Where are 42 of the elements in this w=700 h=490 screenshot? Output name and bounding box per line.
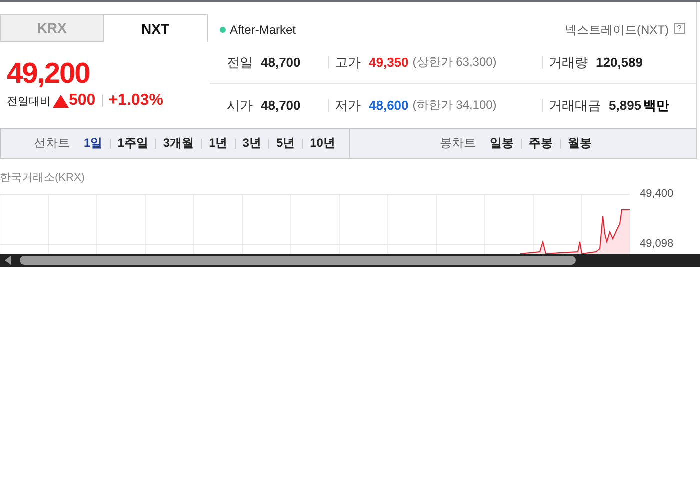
period-button[interactable]: 주봉 bbox=[527, 135, 555, 152]
period-button[interactable]: 월봉 bbox=[566, 135, 594, 152]
stat-value: 48,700 bbox=[261, 55, 301, 70]
period-button[interactable]: 1주일 bbox=[116, 135, 150, 152]
stat-label: 거래대금 bbox=[549, 96, 601, 114]
period-button[interactable]: 3개월 bbox=[161, 135, 196, 152]
stat-value: 49,350 bbox=[369, 55, 409, 70]
stat-label: 시가 bbox=[227, 96, 253, 114]
stat-label: 거래량 bbox=[549, 54, 588, 72]
market-status: After-Market bbox=[230, 23, 296, 37]
stat-value: 120,589 bbox=[596, 55, 643, 70]
chart-type-label: 봉차트 bbox=[440, 135, 476, 152]
exchange-name: 넥스트레이드(NXT) bbox=[565, 22, 669, 38]
period-button[interactable]: 1년 bbox=[207, 135, 230, 152]
stat-value: 5,895 bbox=[609, 98, 642, 113]
y-axis-label: 49,400 bbox=[640, 188, 674, 200]
value-unit: 백만 bbox=[644, 96, 670, 114]
chart-title: 한국거래소(KRX) bbox=[0, 171, 86, 184]
price-limit: (하한가 34,100) bbox=[412, 97, 497, 114]
period-button[interactable]: 일봉 bbox=[488, 135, 516, 152]
period-button[interactable]: 5년 bbox=[274, 135, 298, 152]
stat-label: 전일 bbox=[227, 54, 253, 72]
change-rate: +1.03% bbox=[108, 92, 164, 110]
help-icon[interactable]: ? bbox=[674, 23, 685, 34]
current-price: 49,200 bbox=[7, 58, 91, 90]
exchange-tab[interactable]: NXT bbox=[104, 14, 208, 42]
change-amount: 500 bbox=[69, 92, 96, 110]
period-button[interactable]: 3년 bbox=[240, 135, 264, 152]
change-label: 전일대비 bbox=[7, 94, 51, 108]
horizontal-scrollbar[interactable] bbox=[0, 254, 700, 267]
price-limit: (상한가 63,300) bbox=[412, 54, 497, 71]
period-button[interactable]: 10년 bbox=[308, 135, 338, 152]
scroll-left-icon[interactable] bbox=[4, 256, 12, 265]
stat-label: 고가 bbox=[335, 54, 361, 72]
stat-value: 48,700 bbox=[261, 98, 301, 113]
scrollbar-thumb[interactable] bbox=[20, 256, 576, 265]
chart-type-label: 선차트 bbox=[34, 135, 70, 152]
period-button[interactable]: 1일 bbox=[82, 135, 105, 152]
stat-label: 저가 bbox=[335, 96, 361, 114]
stat-value: 48,600 bbox=[369, 98, 409, 113]
y-axis-label: 49,098 bbox=[640, 238, 674, 250]
status-dot-icon bbox=[220, 27, 226, 33]
